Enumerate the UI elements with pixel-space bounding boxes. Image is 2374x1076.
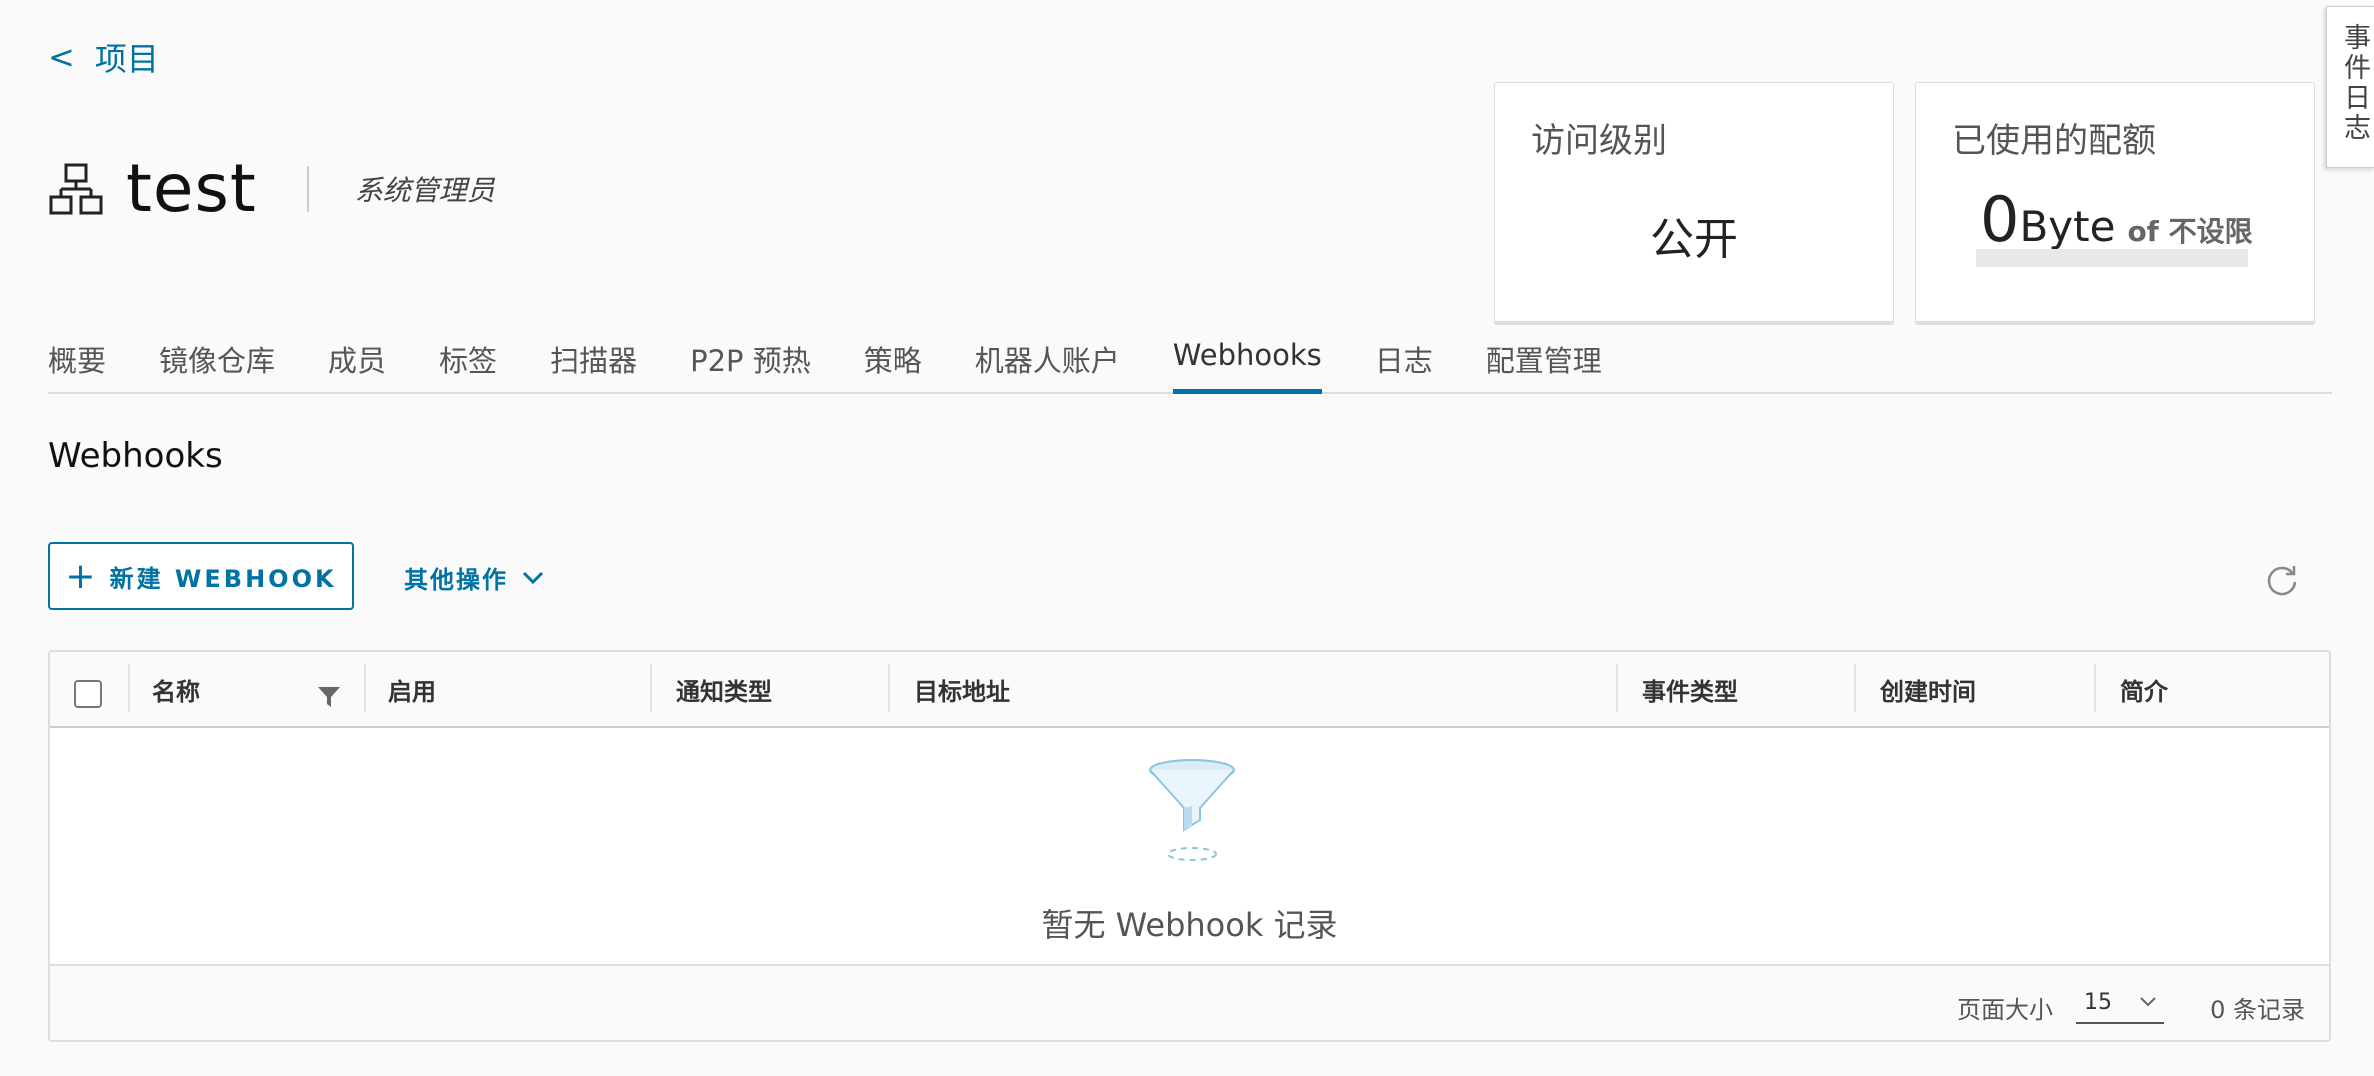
tab-webhooks[interactable]: Webhooks xyxy=(1172,338,1322,394)
project-icon xyxy=(49,163,103,214)
tab-label: 成员 xyxy=(328,344,387,378)
tab-label: 扫描器 xyxy=(550,344,638,378)
column-divider xyxy=(1854,664,1856,712)
column-header-label: 事件类型 xyxy=(1642,677,1738,706)
record-count: 0 条记录 xyxy=(2210,996,2305,1024)
plus-icon: + xyxy=(65,555,96,597)
tab-label: 机器人账户 xyxy=(974,344,1120,378)
tab-repositories[interactable]: 镜像仓库 xyxy=(159,338,275,392)
tab-label: 标签 xyxy=(439,344,498,378)
more-actions-dropdown[interactable]: 其他操作 xyxy=(404,560,544,595)
chevron-left-icon: < xyxy=(48,38,75,76)
chevron-down-icon xyxy=(522,571,544,584)
tab-scanner[interactable]: 扫描器 xyxy=(550,338,637,392)
back-link-label: 项目 xyxy=(94,40,159,78)
tab-summary[interactable]: 概要 xyxy=(48,338,106,392)
table-header: 名称 启用 通知类型 目标地址 事件类型 创建时间 简介 xyxy=(50,652,2329,728)
project-tabs: 概要 镜像仓库 成员 标签 扫描器 P2P 预热 策略 机器人账户 Webhoo… xyxy=(48,338,2332,394)
event-log-tab[interactable]: 事件日志 xyxy=(2326,6,2374,168)
tab-logs[interactable]: 日志 xyxy=(1375,338,1433,392)
quota-unit: Byte xyxy=(2019,202,2116,251)
page-title: test xyxy=(126,150,257,227)
column-header-enabled[interactable]: 启用 xyxy=(388,652,436,726)
more-actions-label: 其他操作 xyxy=(404,566,508,594)
quota-used: 0 xyxy=(1980,183,2020,256)
column-header-event-type[interactable]: 事件类型 xyxy=(1642,652,1738,726)
role-label: 系统管理员 xyxy=(354,173,495,207)
section-title: Webhooks xyxy=(48,436,223,476)
tab-label: 镜像仓库 xyxy=(159,344,276,378)
column-header-label: 简介 xyxy=(2120,677,2168,706)
select-all-checkbox[interactable] xyxy=(74,680,102,708)
tab-labels[interactable]: 标签 xyxy=(439,338,497,392)
tab-label: 策略 xyxy=(863,344,922,378)
column-header-target-address[interactable]: 目标地址 xyxy=(914,652,1010,726)
page-size-value: 15 xyxy=(2084,989,2112,1015)
page-size-select[interactable]: 15 xyxy=(2076,982,2164,1024)
tab-robot-accounts[interactable]: 机器人账户 xyxy=(975,338,1120,392)
table-footer: 页面大小 15 0 条记录 xyxy=(50,964,2329,1040)
tab-members[interactable]: 成员 xyxy=(328,338,386,392)
empty-state-text: 暂无 Webhook 记录 xyxy=(1041,906,1338,944)
new-webhook-button[interactable]: + 新建 WEBHOOK xyxy=(48,542,354,610)
project-header: test 系统管理员 xyxy=(48,150,495,227)
tab-label: Webhooks xyxy=(1172,338,1322,372)
column-header-name[interactable]: 名称 xyxy=(152,652,200,726)
tab-policy[interactable]: 策略 xyxy=(864,338,922,392)
quota-limit: of 不设限 xyxy=(2127,215,2253,248)
column-header-notify-type[interactable]: 通知类型 xyxy=(676,652,772,726)
column-header-label: 名称 xyxy=(152,677,200,706)
access-level-value: 公开 xyxy=(1650,214,1738,265)
title-divider xyxy=(306,165,309,212)
webhook-table: 名称 启用 通知类型 目标地址 事件类型 创建时间 简介 暂无 Webhook … xyxy=(48,650,2331,1042)
column-header-label: 创建时间 xyxy=(1880,677,1976,706)
quota-title: 已使用的配额 xyxy=(1952,121,2156,161)
column-header-label: 目标地址 xyxy=(914,677,1010,706)
column-header-label: 启用 xyxy=(388,677,436,706)
quota-progress-bar xyxy=(1976,249,2248,267)
tab-label: 概要 xyxy=(48,344,107,378)
column-divider xyxy=(650,664,652,712)
column-header-description[interactable]: 简介 xyxy=(2120,652,2168,726)
funnel-icon xyxy=(1149,759,1235,861)
column-divider xyxy=(128,664,130,712)
back-link[interactable]: < 项目 xyxy=(48,34,159,80)
column-divider xyxy=(888,664,890,712)
refresh-icon[interactable] xyxy=(2264,562,2300,598)
tab-label: 日志 xyxy=(1374,344,1433,378)
column-header-created-time[interactable]: 创建时间 xyxy=(1880,652,1976,726)
column-divider xyxy=(2094,664,2096,712)
new-webhook-label: 新建 WEBHOOK xyxy=(109,564,337,593)
empty-state: 暂无 Webhook 记录 xyxy=(50,728,2329,944)
chevron-down-icon xyxy=(2140,997,2156,1007)
column-divider xyxy=(1616,664,1618,712)
page-size-label: 页面大小 xyxy=(1957,996,2053,1024)
tab-p2p-preheat[interactable]: P2P 预热 xyxy=(690,338,811,392)
event-log-label: 事件日志 xyxy=(2339,23,2370,143)
column-divider xyxy=(364,664,366,712)
tab-configuration[interactable]: 配置管理 xyxy=(1486,338,1602,392)
access-level-title: 访问级别 xyxy=(1531,121,1667,161)
quota-value: 0 Byte of 不设限 xyxy=(1980,183,2253,256)
filter-icon[interactable] xyxy=(316,684,342,710)
quota-card: 已使用的配额 0 Byte of 不设限 xyxy=(1915,82,2315,325)
column-header-label: 通知类型 xyxy=(676,677,772,706)
tab-label: 配置管理 xyxy=(1485,344,1602,378)
tab-label: P2P 预热 xyxy=(690,344,811,378)
access-level-card: 访问级别 公开 xyxy=(1494,82,1894,325)
